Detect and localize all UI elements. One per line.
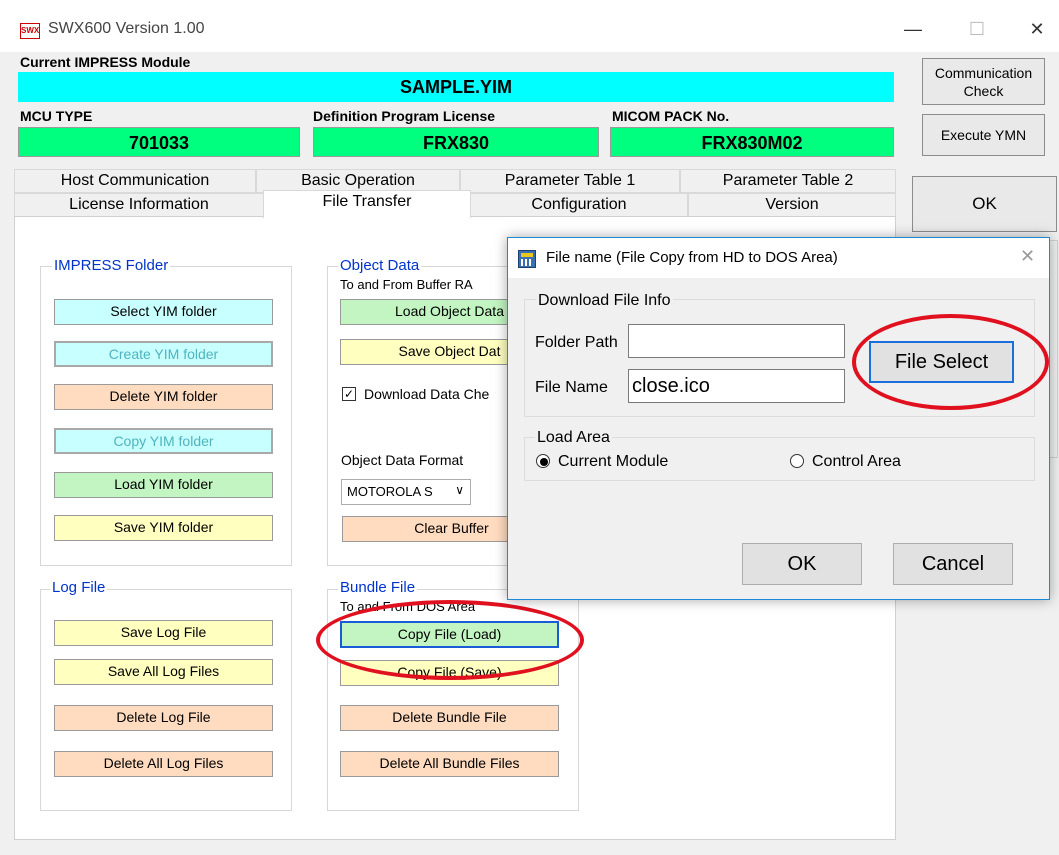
copy-yim-folder-button[interactable]: Copy YIM folder: [54, 428, 273, 454]
tab-parameter-table-1[interactable]: Parameter Table 1: [460, 169, 680, 193]
dialog-title: File name (File Copy from HD to DOS Area…: [546, 249, 838, 266]
file-name-input[interactable]: close.ico: [628, 369, 845, 403]
delete-all-log-files-button[interactable]: Delete All Log Files: [54, 751, 273, 777]
file-name-dialog: File name (File Copy from HD to DOS Area…: [507, 237, 1050, 600]
mcu-type-label: MCU TYPE: [20, 108, 93, 124]
tab-host-communication[interactable]: Host Communication: [14, 169, 256, 193]
current-module-radio[interactable]: [536, 454, 550, 468]
dialog-close-icon[interactable]: ✕: [1020, 246, 1035, 267]
select-yim-folder-button[interactable]: Select YIM folder: [54, 299, 273, 325]
impress-folder-title: IMPRESS Folder: [52, 257, 171, 274]
tab-configuration[interactable]: Configuration: [470, 193, 688, 217]
delete-bundle-file-button[interactable]: Delete Bundle File: [340, 705, 559, 731]
delete-log-file-button[interactable]: Delete Log File: [54, 705, 273, 731]
dialog-cancel-button[interactable]: Cancel: [893, 543, 1013, 585]
folder-path-input[interactable]: [628, 324, 845, 358]
def-license-label: Definition Program License: [313, 108, 496, 124]
micom-pack-label: MICOM PACK No.: [612, 108, 730, 124]
highlight-ellipse: [852, 314, 1049, 410]
communication-check-button[interactable]: Communication Check: [922, 58, 1045, 105]
window-title: SWX600 Version 1.00: [48, 20, 205, 37]
object-data-format-select[interactable]: MOTOROLA S ∨: [341, 479, 471, 505]
object-data-title: Object Data: [338, 257, 422, 274]
delete-yim-folder-button[interactable]: Delete YIM folder: [54, 384, 273, 410]
object-data-format-label: Object Data Format: [341, 452, 464, 468]
current-module-value: SAMPLE.YIM: [18, 72, 894, 102]
app-icon: SWX: [20, 23, 40, 39]
tab-file-transfer[interactable]: File Transfer: [263, 190, 471, 218]
control-area-radio[interactable]: [790, 454, 804, 468]
minimize-icon[interactable]: —: [898, 14, 928, 44]
delete-all-bundle-files-button[interactable]: Delete All Bundle Files: [340, 751, 559, 777]
dialog-ok-button[interactable]: OK: [742, 543, 862, 585]
save-log-file-button[interactable]: Save Log File: [54, 620, 273, 646]
log-file-title: Log File: [50, 579, 108, 596]
create-yim-folder-button[interactable]: Create YIM folder: [54, 341, 273, 367]
folder-path-label: Folder Path: [535, 334, 618, 351]
micom-pack-value: FRX830M02: [610, 127, 894, 157]
object-data-format-value: MOTOROLA S: [347, 484, 433, 499]
tab-license-information[interactable]: License Information: [14, 193, 264, 217]
save-all-log-files-button[interactable]: Save All Log Files: [54, 659, 273, 685]
object-data-subtitle: To and From Buffer RA: [340, 277, 473, 292]
highlight-ellipse: [316, 600, 584, 680]
control-area-label: Control Area: [812, 453, 901, 470]
ok-button[interactable]: OK: [912, 176, 1057, 232]
bundle-file-title: Bundle File: [338, 579, 418, 596]
calculator-icon: [518, 250, 536, 268]
current-module-label: Current IMPRESS Module: [20, 54, 191, 70]
maximize-icon[interactable]: ☐: [962, 14, 992, 44]
save-yim-folder-button[interactable]: Save YIM folder: [54, 515, 273, 541]
load-yim-folder-button[interactable]: Load YIM folder: [54, 472, 273, 498]
execute-ymn-button[interactable]: Execute YMN: [922, 114, 1045, 156]
tab-version[interactable]: Version: [688, 193, 896, 217]
tab-parameter-table-2[interactable]: Parameter Table 2: [680, 169, 896, 193]
load-area-title: Load Area: [535, 429, 612, 447]
chevron-down-icon: ∨: [455, 483, 464, 497]
download-data-check-label: Download Data Che: [364, 386, 490, 402]
download-data-check-checkbox[interactable]: ✓: [342, 387, 356, 401]
file-name-label: File Name: [535, 379, 608, 396]
current-module-label: Current Module: [558, 453, 669, 470]
mcu-type-value: 701033: [18, 127, 300, 157]
download-file-info-title: Download File Info: [536, 292, 673, 310]
def-license-value: FRX830: [313, 127, 599, 157]
close-icon[interactable]: ✕: [1022, 14, 1052, 44]
